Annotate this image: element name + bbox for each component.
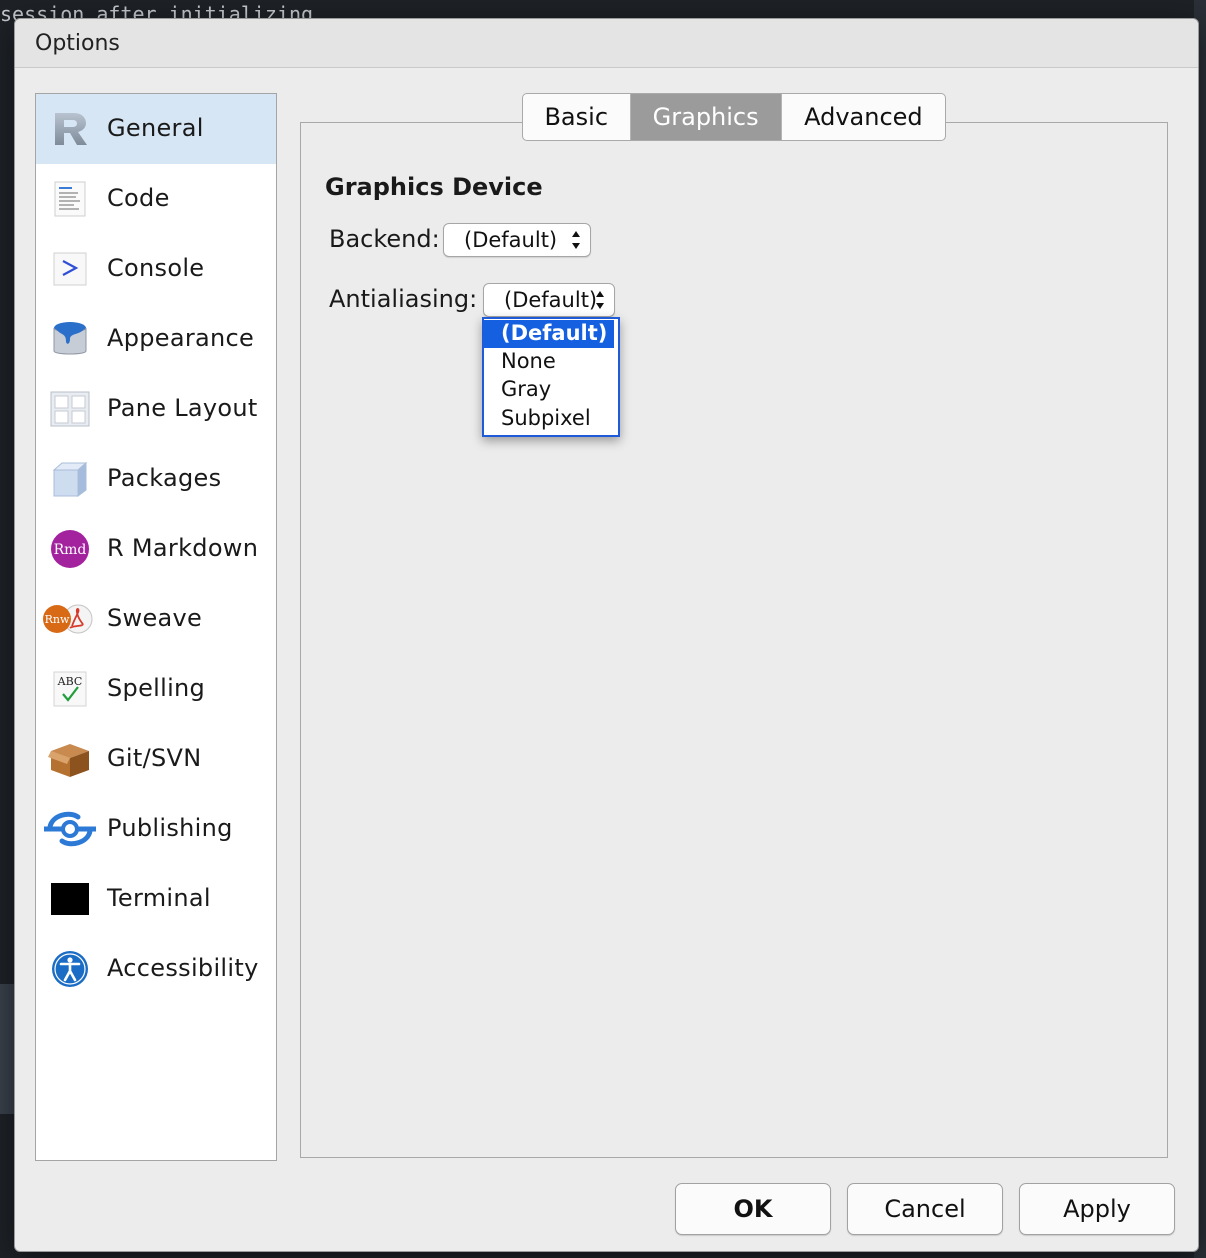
spellcheck-icon: ABC [48, 669, 92, 709]
dropdown-option-none[interactable]: None [484, 348, 614, 376]
sidebar-item-code[interactable]: Code [36, 164, 276, 234]
section-title: Graphics Device [325, 173, 543, 201]
dropdown-option-default[interactable]: (Default) [484, 320, 614, 348]
svg-text:Rnw: Rnw [45, 613, 70, 626]
svg-text:Rmd: Rmd [54, 542, 87, 558]
background-editor-panel [0, 984, 14, 1114]
git-box-icon [48, 739, 92, 779]
tab-bar: Basic Graphics Advanced [522, 93, 946, 141]
sidebar-item-label: Sweave [107, 604, 203, 632]
sidebar-item-label: Console [107, 254, 205, 282]
sidebar-item-label: Terminal [107, 884, 211, 912]
tab-advanced[interactable]: Advanced [782, 94, 945, 140]
backend-select[interactable]: (Default) [443, 223, 591, 257]
antialiasing-dropdown: (Default) None Gray Subpixel [482, 317, 620, 437]
apply-button[interactable]: Apply [1019, 1183, 1175, 1235]
sidebar-item-publishing[interactable]: Publishing [36, 794, 276, 864]
tab-graphics[interactable]: Graphics [630, 94, 782, 140]
dropdown-option-gray[interactable]: Gray [484, 376, 614, 404]
svg-text:ABC: ABC [57, 675, 83, 688]
cancel-button[interactable]: Cancel [847, 1183, 1003, 1235]
sidebar-item-label: Appearance [107, 324, 255, 352]
paint-bucket-icon [48, 319, 92, 359]
sidebar-item-label: Publishing [107, 814, 233, 842]
select-arrows-icon [596, 291, 604, 309]
sidebar-item-label: R Markdown [107, 534, 259, 562]
sidebar-item-terminal[interactable]: Terminal [36, 864, 276, 934]
sidebar-item-label: General [107, 114, 204, 142]
backend-select-value: (Default) [464, 228, 558, 252]
publishing-icon [44, 809, 96, 849]
sidebar-item-console[interactable]: Console [36, 234, 276, 304]
options-dialog: Options General Code Console Appearance … [14, 18, 1199, 1252]
antialiasing-select-value: (Default) [504, 288, 598, 312]
rmd-icon: Rmd [48, 529, 92, 569]
pane-grid-icon [48, 389, 92, 429]
sidebar-item-packages[interactable]: Packages [36, 444, 276, 514]
sidebar-item-pane-layout[interactable]: Pane Layout [36, 374, 276, 444]
sidebar-item-r-markdown[interactable]: Rmd R Markdown [36, 514, 276, 584]
sidebar-item-appearance[interactable]: Appearance [36, 304, 276, 374]
sidebar-item-spelling[interactable]: ABC Spelling [36, 654, 276, 724]
antialiasing-label: Antialiasing: [329, 285, 478, 313]
terminal-icon [48, 879, 92, 919]
sidebar-item-label: Spelling [107, 674, 206, 702]
accessibility-icon [48, 949, 92, 989]
select-arrows-icon [572, 231, 580, 249]
sidebar-item-general[interactable]: General [36, 94, 276, 164]
antialiasing-select[interactable]: (Default) [483, 283, 615, 317]
tab-basic[interactable]: Basic [523, 94, 631, 140]
console-prompt-icon [48, 249, 92, 289]
sidebar-item-label: Pane Layout [107, 394, 258, 422]
sidebar-item-git-svn[interactable]: Git/SVN [36, 724, 276, 794]
sidebar-item-label: Accessibility [107, 954, 259, 982]
options-sidebar: General Code Console Appearance Pane Lay… [35, 93, 277, 1161]
backend-label: Backend: [329, 225, 440, 253]
r-logo-icon [48, 109, 92, 149]
graphics-panel [300, 122, 1168, 1158]
sidebar-item-label: Code [107, 184, 170, 212]
title-bar: Options [15, 19, 1198, 68]
dialog-title: Options [35, 31, 120, 56]
package-cube-icon [48, 459, 92, 499]
sweave-icon: Rnw [42, 599, 98, 639]
sidebar-item-sweave[interactable]: Rnw Sweave [36, 584, 276, 654]
code-document-icon [48, 179, 92, 219]
sidebar-item-label: Packages [107, 464, 222, 492]
dropdown-option-subpixel[interactable]: Subpixel [484, 405, 614, 433]
sidebar-item-accessibility[interactable]: Accessibility [36, 934, 276, 1004]
ok-button[interactable]: OK [675, 1183, 831, 1235]
sidebar-item-label: Git/SVN [107, 744, 202, 772]
